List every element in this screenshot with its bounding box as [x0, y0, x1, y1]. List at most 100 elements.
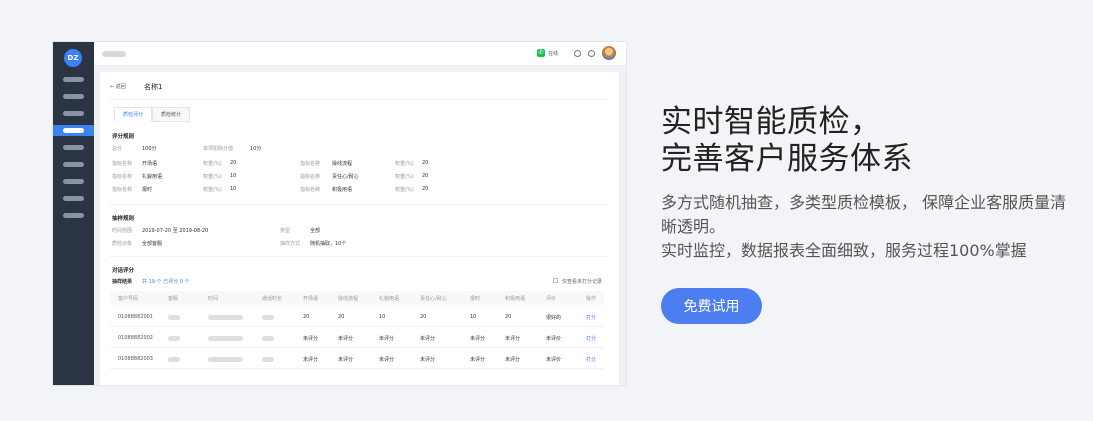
- free-trial-button[interactable]: 免费试用: [661, 288, 762, 324]
- sidebar-item[interactable]: [53, 91, 94, 102]
- metric-name: 责任心/耐心: [332, 174, 359, 180]
- result-label: 抽样结果: [112, 279, 133, 285]
- deduct-value: 10分: [250, 146, 262, 152]
- metric-name: 礼貌用语: [142, 174, 163, 180]
- weight-label: 权重(%): [395, 161, 414, 167]
- weight-label: 权重(%): [203, 161, 222, 167]
- column-header: 责任心/耐心: [420, 296, 447, 302]
- column-header: 操线流程: [338, 296, 359, 302]
- weight-label: 权重(%): [395, 187, 414, 193]
- sidebar-item[interactable]: [53, 74, 94, 85]
- hero-desc-line: 多方式随机抽查，多类型质检模板， 保障企业客服质量清: [661, 193, 1067, 212]
- score-action-link[interactable]: 打分: [586, 356, 596, 363]
- metric-label: 指标名称: [300, 187, 321, 193]
- app-logo: DZ: [64, 49, 82, 67]
- time-placeholder: [208, 357, 243, 362]
- avatar[interactable]: [602, 46, 616, 60]
- column-header: 评价: [546, 296, 557, 302]
- filter-checkbox[interactable]: [553, 278, 558, 283]
- table-row: 01088882003 未评分 未评分 未评分 未评分 未评分 未评分 未评价 …: [110, 349, 604, 369]
- column-header: 操作: [586, 296, 597, 302]
- score-cell: 未评分: [338, 336, 354, 342]
- metric-weight: 20: [422, 186, 429, 192]
- score-cell: 20: [338, 314, 345, 320]
- time-value: 2019-07-20 至 2019-08-20: [142, 228, 209, 234]
- score-cell: 未评分: [303, 357, 319, 363]
- score-cell: 未评分: [505, 357, 521, 363]
- target-label: 质检对象: [112, 241, 133, 247]
- total-value: 100分: [142, 146, 157, 152]
- sidebar-item[interactable]: [53, 193, 94, 204]
- score-action-link[interactable]: 打分: [586, 335, 596, 342]
- score-cell: 未评分: [470, 357, 486, 363]
- method-label: 抽样方式: [280, 241, 301, 247]
- online-label: 在线: [547, 50, 558, 57]
- weight-label: 权重(%): [203, 187, 222, 193]
- sidebar-item[interactable]: [53, 210, 94, 221]
- score-cell: 20: [505, 314, 512, 320]
- rating-cell: 未评价: [546, 336, 562, 342]
- message-icon[interactable]: [574, 50, 581, 57]
- score-action-link[interactable]: 打分: [586, 314, 596, 321]
- table-row: 01088882001 20 20 10 20 10 20 很好的 打分: [110, 307, 604, 327]
- hero-desc-line: 实时监控，数据报表全面细致，服务过程100%掌握: [661, 241, 1027, 260]
- tab-scoring[interactable]: 质检评分: [114, 107, 153, 122]
- rating-cell: 很好的: [546, 315, 562, 321]
- duration-placeholder: [262, 357, 274, 362]
- result-value: 共 19 个 已评分 0 个: [142, 279, 190, 285]
- content-panel: ← 返回 名称1 质检评分 质检统计 评分规则 总分 100分 单项扣除分值 1…: [100, 72, 619, 385]
- metric-weight: 20: [422, 173, 429, 179]
- sidebar-item[interactable]: [53, 142, 94, 153]
- score-cell: 未评分: [303, 336, 319, 342]
- metric-name: 报时: [142, 187, 153, 193]
- column-header: 时间: [208, 296, 219, 302]
- column-header: 报时: [470, 296, 481, 302]
- metric-label: 指标名称: [300, 161, 321, 167]
- time-placeholder: [208, 315, 243, 320]
- metric-label: 指标名称: [112, 174, 133, 180]
- score-cell: 未评分: [505, 336, 521, 342]
- hero-desc-line: 晰透明。: [661, 217, 726, 236]
- score-cell: 未评分: [379, 357, 395, 363]
- hero-description: 多方式随机抽查，多类型质检模板， 保障企业客服质量清 晰透明。 实时监控，数据报…: [661, 191, 1081, 263]
- metric-name: 积极用语: [332, 187, 353, 193]
- target-value: 全部客服: [142, 241, 163, 247]
- score-cell: 20: [303, 314, 310, 320]
- metric-name: 开场语: [142, 161, 158, 167]
- time-label: 时间范围: [112, 228, 133, 234]
- column-header: 客服: [168, 296, 179, 302]
- score-cell: 未评分: [338, 357, 354, 363]
- agent-placeholder: [168, 336, 180, 341]
- column-header: 积极用语: [505, 296, 526, 302]
- column-header: 通话时长: [262, 296, 283, 302]
- sidebar-item[interactable]: [53, 108, 94, 119]
- sidebar-item[interactable]: [53, 159, 94, 170]
- rating-cell: 未评价: [546, 357, 562, 363]
- metric-weight: 10: [230, 173, 237, 179]
- sidebar: DZ: [53, 42, 94, 385]
- metric-label: 指标名称: [112, 161, 133, 167]
- table-header: 客户号码 客服 时间 通话时长 开场语 操线流程 礼貌用语 责任心/耐心 报时 …: [110, 291, 604, 305]
- column-header: 礼貌用语: [379, 296, 400, 302]
- topbar: ✆ 在线: [94, 42, 626, 66]
- filter-label: 仅查看未打分记录: [562, 279, 603, 285]
- section-title: 评分规则: [112, 134, 135, 140]
- back-button[interactable]: ← 返回: [110, 83, 126, 90]
- sidebar-item[interactable]: [53, 176, 94, 187]
- sidebar-item-active[interactable]: [53, 125, 94, 136]
- hero-title-line: 实时智能质检，: [661, 104, 882, 140]
- type-label: 类型: [280, 228, 291, 234]
- table-row: 01088882002 未评分 未评分 未评分 未评分 未评分 未评分 未评价 …: [110, 328, 604, 348]
- page-title: 名称1: [144, 83, 163, 91]
- score-cell: 未评分: [420, 336, 436, 342]
- score-cell: 未评分: [379, 336, 395, 342]
- bell-icon[interactable]: [588, 50, 595, 57]
- online-status[interactable]: ✆ 在线: [536, 49, 558, 57]
- score-cell: 未评分: [420, 357, 436, 363]
- score-cell: 10: [470, 314, 477, 320]
- phone-icon: ✆: [536, 49, 545, 57]
- tab-statistics[interactable]: 质检统计: [152, 107, 191, 122]
- duration-placeholder: [262, 336, 274, 341]
- section-title: 抽样规则: [112, 216, 135, 222]
- column-header: 开场语: [303, 296, 319, 302]
